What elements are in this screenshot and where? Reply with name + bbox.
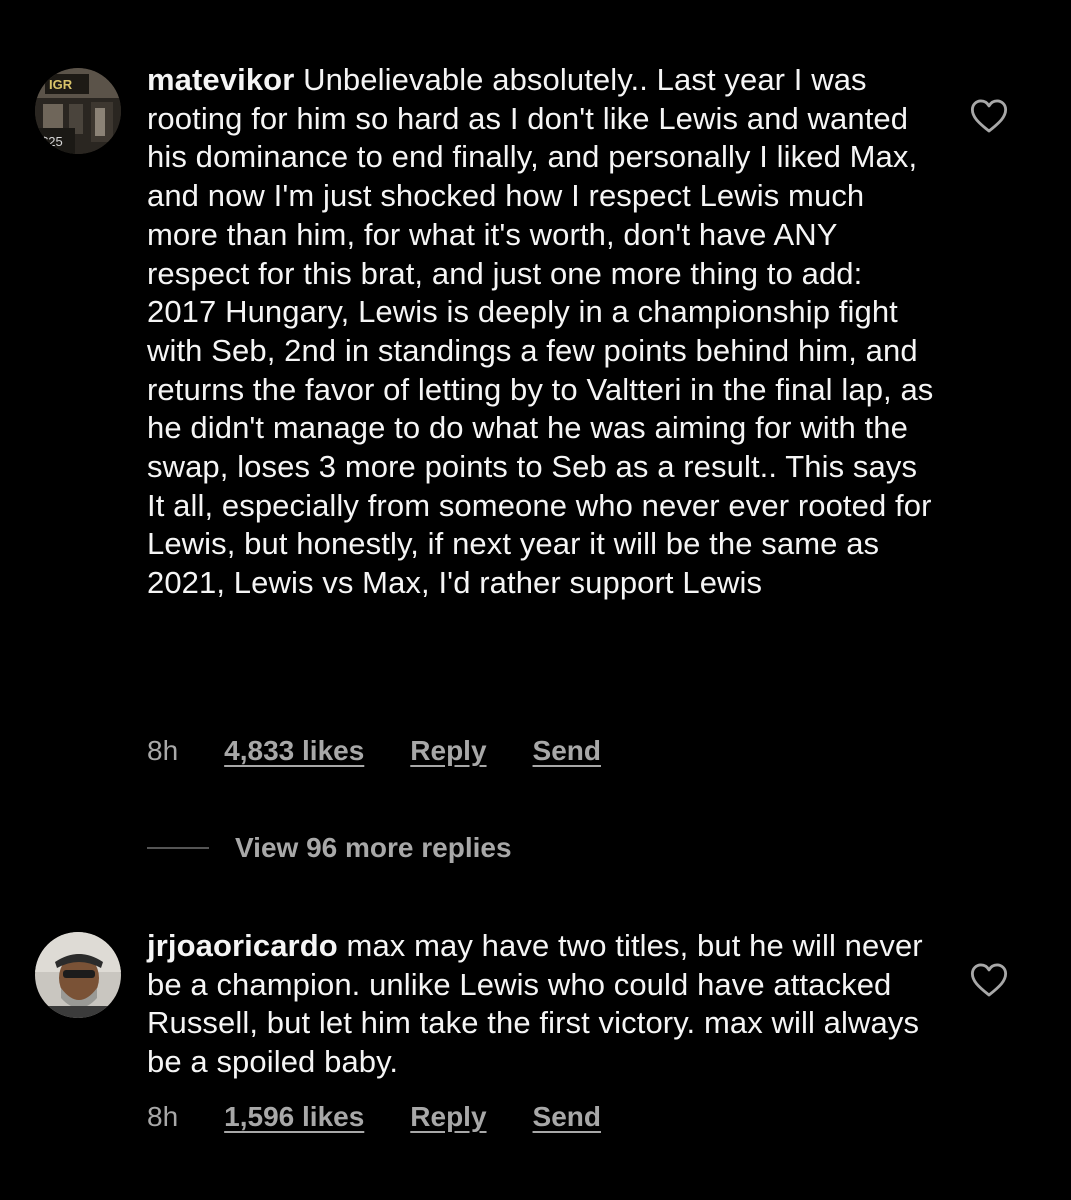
comment-timestamp: 8h — [147, 1101, 179, 1132]
likes-count-link[interactable]: 4,833 likes — [224, 735, 364, 767]
comment-body: matevikor Unbelievable absolutely.. Last… — [147, 61, 937, 603]
send-button[interactable]: Send — [533, 735, 601, 767]
send-button[interactable]: Send — [533, 1101, 601, 1133]
avatar-sign-text: IGR — [49, 77, 73, 92]
reply-button[interactable]: Reply — [410, 735, 486, 767]
avatar[interactable] — [35, 932, 121, 1018]
view-more-replies-button[interactable]: View 96 more replies — [147, 832, 512, 864]
view-more-replies-label: View 96 more replies — [235, 832, 512, 863]
comment-body: jrjoaoricardo max may have two titles, b… — [147, 927, 937, 1082]
comment-meta: 8h 1,596 likes Reply Send — [147, 1101, 601, 1133]
heart-outline-icon[interactable] — [970, 962, 1008, 998]
reply-button[interactable]: Reply — [410, 1101, 486, 1133]
comment-username[interactable]: jrjoaoricardo — [147, 928, 338, 963]
comment-timestamp: 8h — [147, 735, 179, 766]
heart-outline-icon[interactable] — [970, 98, 1008, 134]
comment-text: Unbelievable absolutely.. Last year I wa… — [147, 62, 934, 601]
likes-count-link[interactable]: 1,596 likes — [224, 1101, 364, 1133]
avatar[interactable]: IGR $25 — [35, 68, 121, 154]
comment-meta: 8h 4,833 likes Reply Send — [147, 735, 601, 767]
avatar-price-text: $25 — [41, 134, 63, 149]
comment-username[interactable]: matevikor — [147, 62, 294, 97]
replies-divider-line — [147, 847, 209, 849]
